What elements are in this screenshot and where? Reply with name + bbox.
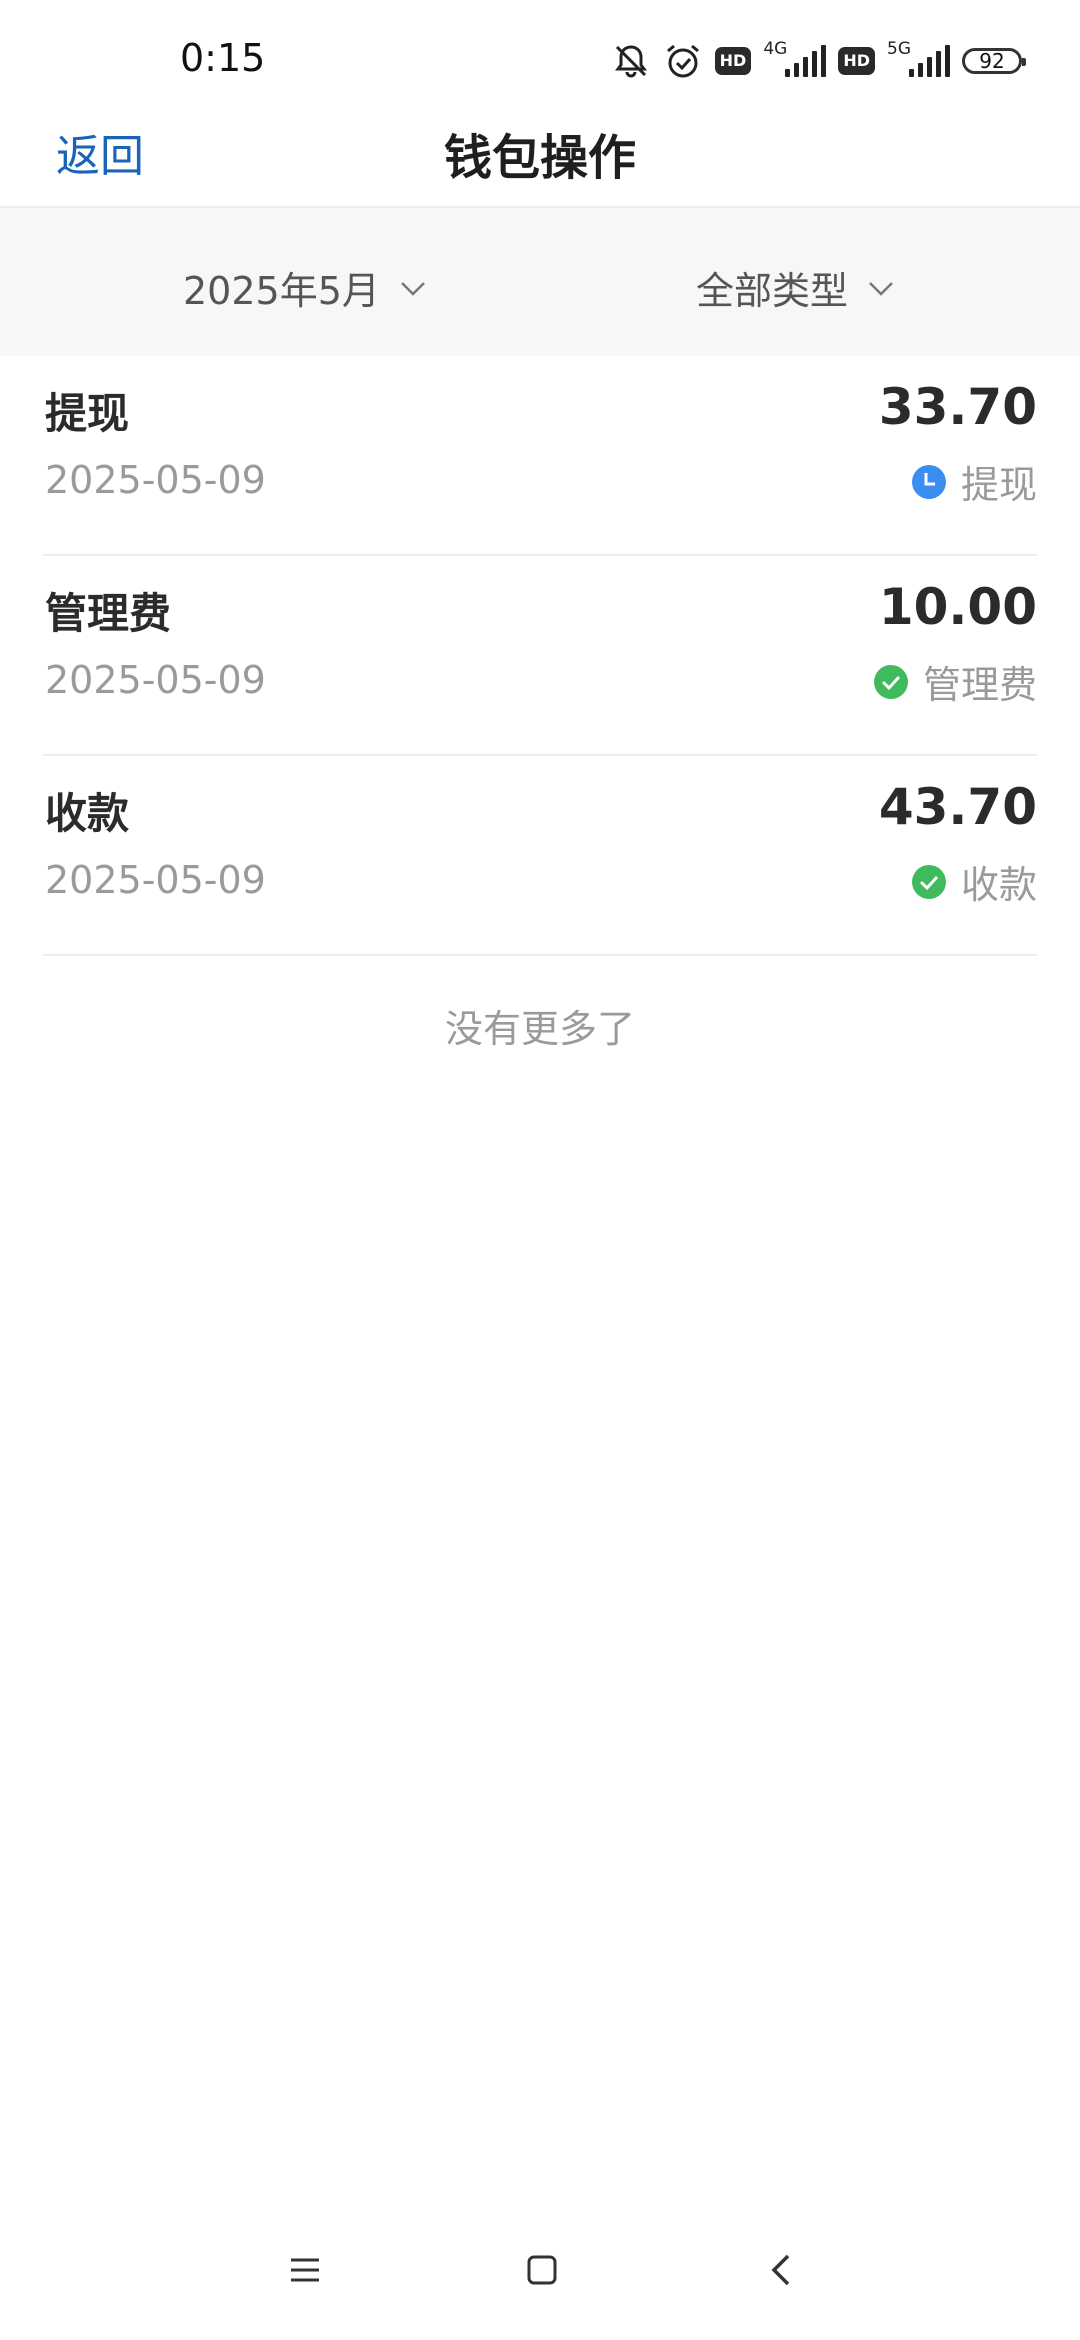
filter-bar: 2025年5月 全部类型 xyxy=(0,208,1080,356)
record-amount: 43.70 xyxy=(878,778,1037,836)
network-4g-label: 4G xyxy=(763,39,788,59)
signal-5g-icon xyxy=(909,45,950,77)
page-title: 钱包操作 xyxy=(443,130,636,186)
back-nav-icon[interactable] xyxy=(752,2240,812,2300)
navigation-bar: 返回 钱包操作 xyxy=(0,100,1080,208)
record-title: 管理费 xyxy=(45,589,172,638)
battery-level: 92 xyxy=(979,49,1005,73)
record-title: 提现 xyxy=(45,389,130,438)
type-filter-dropdown[interactable]: 全部类型 xyxy=(696,260,896,315)
system-navigation-bar xyxy=(0,2240,1080,2310)
record-amount: 10.00 xyxy=(878,578,1037,636)
chevron-down-icon xyxy=(869,281,893,296)
type-filter-label: 全部类型 xyxy=(696,269,849,313)
record-title: 收款 xyxy=(45,789,130,838)
list-item[interactable]: 收款 2025-05-09 43.70 收款 xyxy=(43,756,1037,956)
record-date: 2025-05-09 xyxy=(45,858,266,902)
hd-icon: HD xyxy=(714,47,752,75)
status-time: 0:15 xyxy=(180,36,266,80)
month-filter-label: 2025年5月 xyxy=(183,269,380,313)
home-icon[interactable] xyxy=(512,2240,572,2300)
check-circle-icon xyxy=(911,864,946,899)
mute-bell-icon xyxy=(614,45,647,78)
record-date: 2025-05-09 xyxy=(45,458,266,502)
wallet-record-list: 提现 2025-05-09 33.70 提现 管理费 2025-05-09 10… xyxy=(43,356,1037,956)
alarm-icon xyxy=(666,44,699,78)
record-amount: 33.70 xyxy=(878,378,1037,436)
signal-4g-icon xyxy=(785,45,827,77)
chevron-down-icon xyxy=(401,281,425,296)
month-filter-dropdown[interactable]: 2025年5月 xyxy=(183,260,428,315)
record-status-label: 管理费 xyxy=(922,663,1037,707)
record-status: 收款 xyxy=(911,854,1037,909)
list-end-text: 没有更多了 xyxy=(444,1007,635,1051)
status-icons: HD 4G HD 5G 92 xyxy=(611,38,1026,84)
network-5g-label: 5G xyxy=(887,39,911,59)
record-status: 管理费 xyxy=(873,654,1037,709)
hd-icon: HD xyxy=(838,47,875,75)
list-item[interactable]: 提现 2025-05-09 33.70 提现 xyxy=(43,356,1037,556)
menu-icon[interactable] xyxy=(275,2240,335,2300)
record-date: 2025-05-09 xyxy=(45,658,266,702)
record-status-label: 提现 xyxy=(960,463,1037,507)
clock-icon xyxy=(911,464,946,499)
list-item[interactable]: 管理费 2025-05-09 10.00 管理费 xyxy=(43,556,1037,756)
record-status-label: 收款 xyxy=(960,863,1037,907)
battery-icon: 92 xyxy=(962,48,1026,74)
record-status: 提现 xyxy=(911,454,1037,509)
check-circle-icon xyxy=(873,664,908,699)
status-bar: 0:15 HD 4G HD 5G 92 xyxy=(0,0,1080,100)
